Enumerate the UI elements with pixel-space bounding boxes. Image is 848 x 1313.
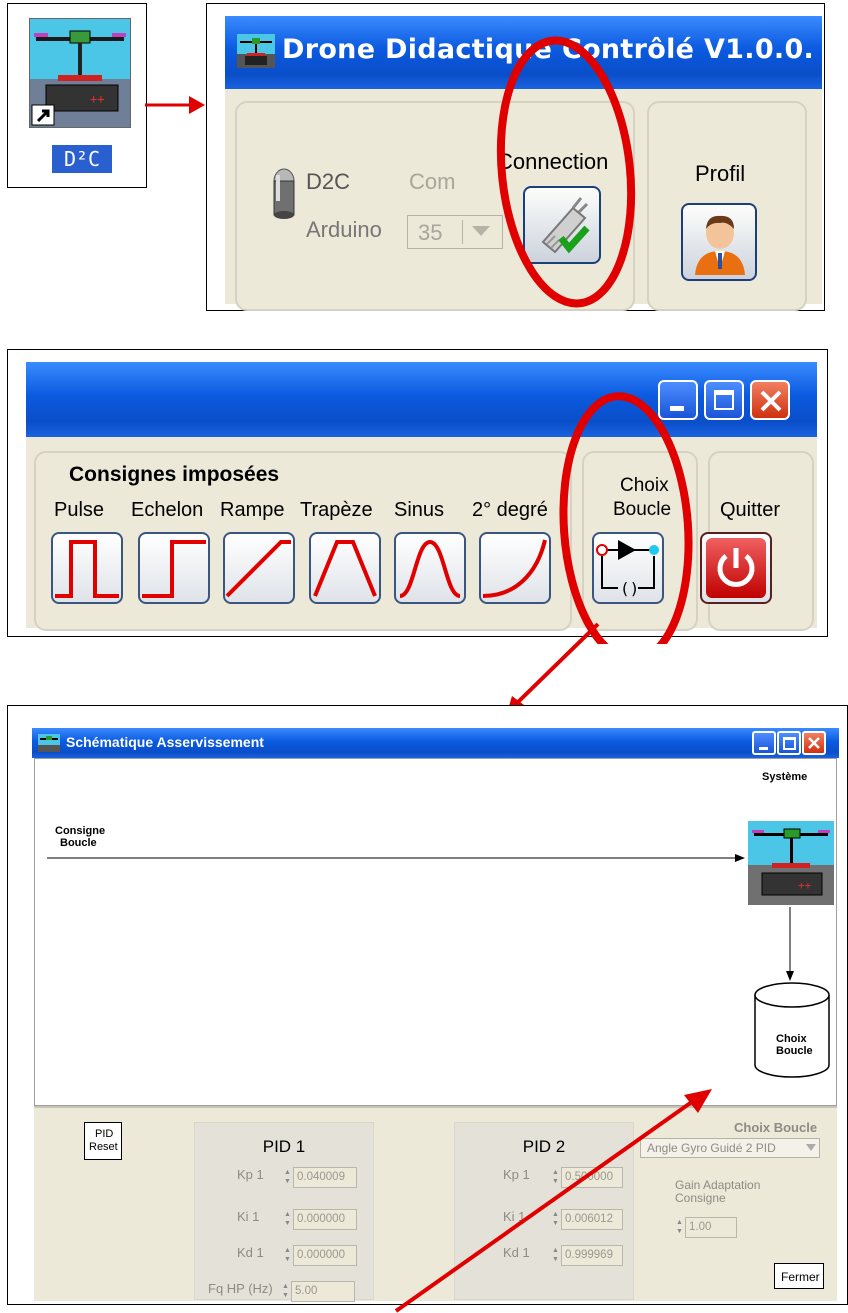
schematic-close-button[interactable]	[802, 731, 826, 755]
system-to-loop-arrow	[786, 907, 794, 981]
sine-icon	[399, 539, 461, 598]
consignes-title: Consignes imposées	[69, 463, 280, 486]
schematic-minimize-button[interactable]	[752, 731, 776, 755]
quitter-label: Quitter	[720, 499, 781, 521]
signal-label-2nd-degree: 2° degré	[472, 499, 548, 521]
arduino-label: Arduino	[306, 217, 382, 242]
com-label: Com	[409, 169, 456, 194]
desktop-icon-label[interactable]: D²C	[52, 145, 112, 173]
step-icon	[142, 540, 206, 598]
annotation-ellipse-connection	[496, 36, 636, 308]
pid-reset-label-1: PID	[95, 1128, 114, 1140]
trapezoid-icon	[313, 540, 377, 597]
spinner-icon[interactable]: ▲ ▼	[283, 1168, 292, 1187]
signal-label-echelon: Echelon	[131, 499, 204, 521]
cylinder-label-1: Choix	[776, 1033, 807, 1045]
sinus-button[interactable]	[394, 532, 466, 604]
drone-system-icon: ++	[748, 821, 834, 905]
annotation-ellipse-choix-boucle	[559, 392, 693, 644]
fermer-label: Fermer	[781, 1270, 820, 1284]
consigne-arrow	[47, 854, 745, 862]
pid1-title: PID 1	[262, 1137, 306, 1156]
spinner-icon[interactable]: ▲ ▼	[283, 1210, 292, 1229]
choix-boucle-cylinder	[754, 982, 830, 1078]
cylinder-label-2: Boucle	[776, 1045, 813, 1057]
com-port-value: 35	[418, 220, 443, 245]
user-profile-icon	[695, 215, 745, 275]
close-icon	[808, 737, 820, 749]
pid1-kd-label: Kd 1	[237, 1245, 264, 1260]
maximize-button[interactable]	[704, 380, 744, 420]
consigne-label-1: Consigne	[55, 825, 106, 837]
spinner-icon[interactable]: ▲ ▼	[281, 1282, 290, 1301]
drone-app-icon[interactable]: ++	[29, 18, 131, 128]
pid1-fq-field[interactable]: 5.00	[291, 1281, 355, 1302]
systeme-label: Système	[762, 771, 808, 783]
pid-reset-button[interactable]: PID Reset	[84, 1122, 122, 1160]
pid-reset-label-2: Reset	[89, 1141, 118, 1153]
pid1-ki-field[interactable]: 0.000000	[293, 1209, 357, 1230]
schematic-canvas: Système Consigne Boucle ++ Choix Boucle	[34, 758, 837, 1106]
ramp-icon	[225, 540, 291, 598]
signal-label-trapeze: Trapèze	[300, 499, 373, 521]
rampe-button[interactable]	[223, 532, 295, 604]
choix-boucle-title: Choix Boucle	[734, 1120, 818, 1135]
close-button[interactable]	[750, 380, 790, 420]
pid1-ki-label: Ki 1	[237, 1209, 260, 1224]
pulse-button[interactable]	[51, 532, 123, 604]
signal-label-pulse: Pulse	[54, 499, 105, 521]
pulse-icon	[55, 540, 119, 598]
spinner-icon[interactable]: ▲ ▼	[283, 1246, 292, 1265]
close-icon	[760, 390, 782, 412]
schematic-title-icon	[38, 734, 60, 752]
pid1-kp-field[interactable]: 0.040009	[293, 1167, 357, 1188]
signal-label-rampe: Rampe	[220, 499, 285, 521]
trapeze-button[interactable]	[309, 532, 381, 604]
signal-label-sinus: Sinus	[394, 499, 445, 521]
connection-led-icon	[273, 168, 295, 219]
svg-text:++: ++	[90, 92, 104, 106]
pid1-fq-label: Fq HP (Hz)	[208, 1281, 273, 1296]
annotation-arrow-up	[394, 1089, 712, 1313]
quitter-button[interactable]	[700, 532, 772, 604]
chevron-down-icon	[472, 226, 490, 236]
chevron-down-icon	[806, 1144, 816, 1151]
power-icon	[717, 548, 755, 587]
echelon-button[interactable]	[138, 532, 210, 604]
profil-label: Profil	[695, 161, 746, 186]
app-title-icon	[237, 34, 275, 68]
pid1-kd-field[interactable]: 0.000000	[293, 1245, 357, 1266]
pid1-kp-label: Kp 1	[237, 1167, 264, 1182]
svg-text:++: ++	[798, 879, 812, 892]
parabola-icon	[482, 539, 547, 598]
com-port-select[interactable]: 35	[407, 215, 503, 249]
schematic-maximize-button[interactable]	[777, 731, 801, 755]
second-degree-button[interactable]	[479, 532, 551, 604]
annotation-arrow-right	[145, 96, 205, 114]
desktop-shortcut-frame: ++ D²C	[7, 3, 147, 188]
profil-button[interactable]	[681, 203, 757, 281]
schematic-window-title: Schématique Asservissement	[66, 734, 264, 750]
consigne-label-2: Boucle	[60, 837, 97, 849]
schematic-window-titlebar[interactable]: Schématique Asservissement	[32, 728, 839, 758]
fermer-button[interactable]: Fermer	[774, 1263, 824, 1289]
d2c-label: D2C	[306, 169, 351, 194]
pid1-box: PID 1 Kp 1 ▲ ▼ 0.040009 Ki 1 ▲ ▼ 0.000000 …	[194, 1122, 374, 1302]
